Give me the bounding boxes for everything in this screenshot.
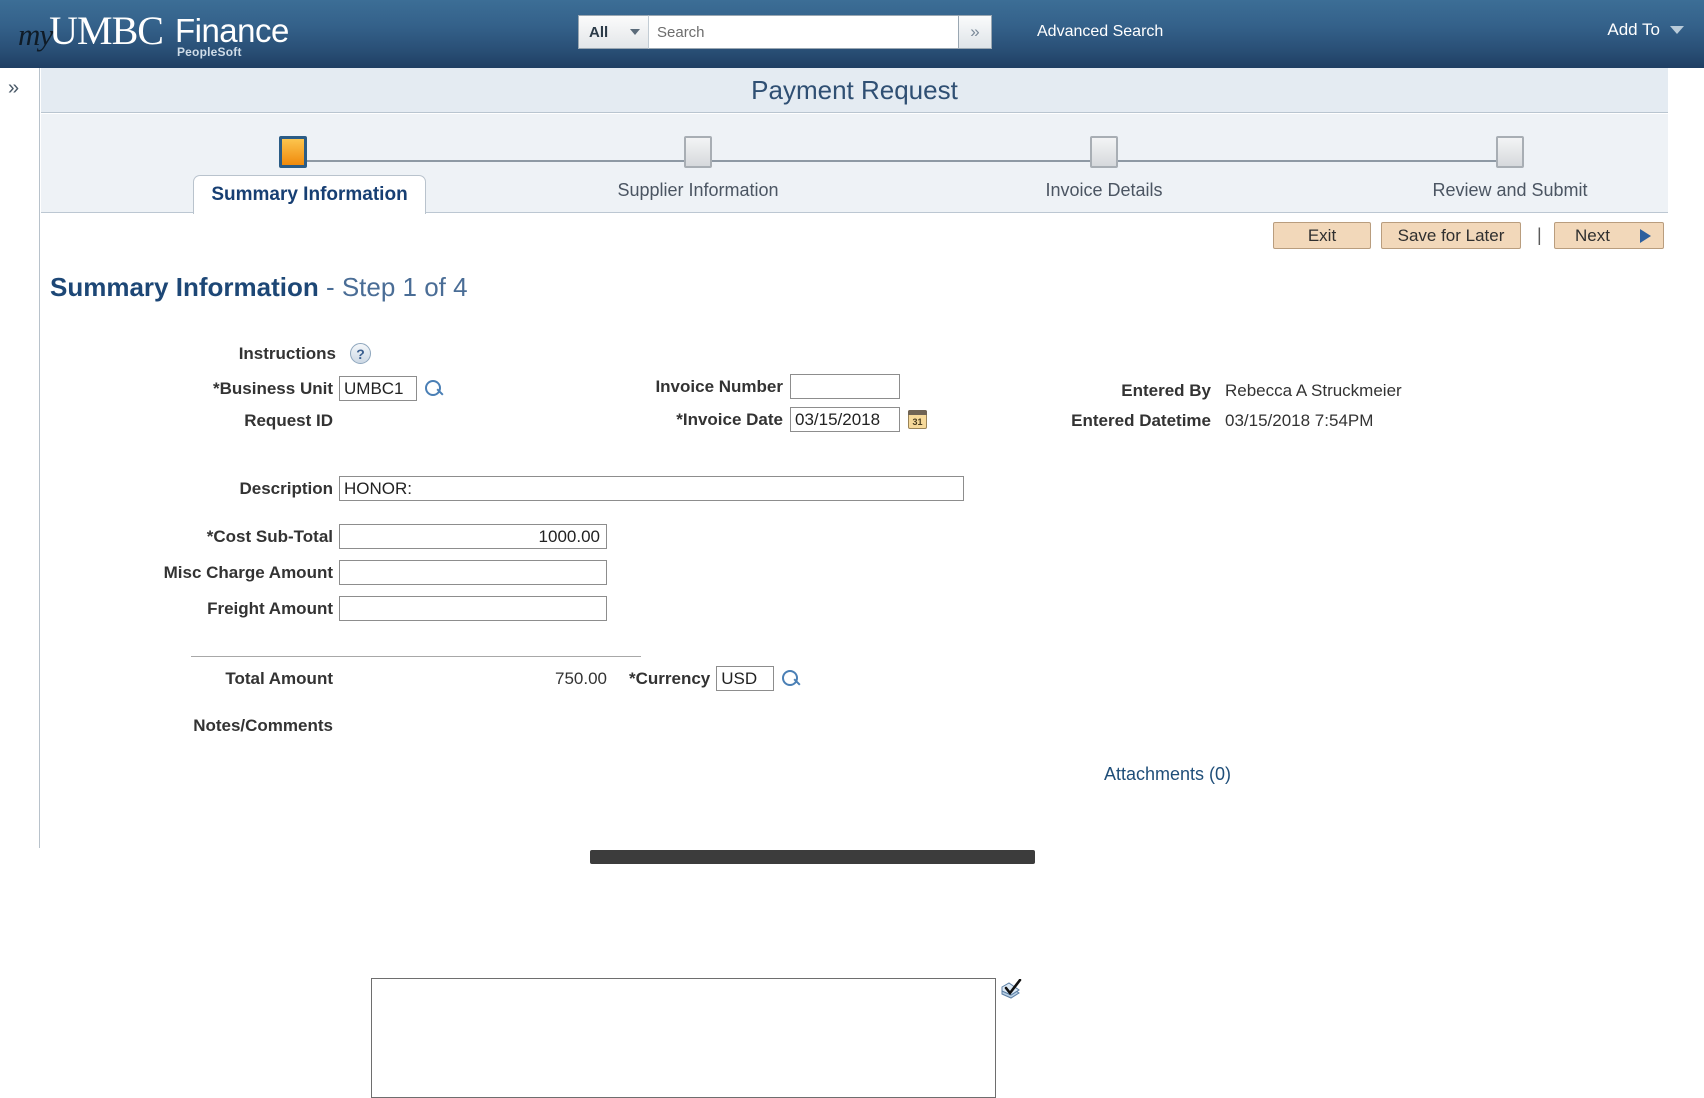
- section-title-step: - Step 1 of 4: [319, 272, 468, 302]
- misc-charge-label: Misc Charge Amount: [41, 563, 333, 583]
- section-title: Summary Information - Step 1 of 4: [50, 272, 468, 303]
- wizard-step-review-and-submit[interactable]: Review and Submit: [1410, 136, 1610, 201]
- global-search: All »: [578, 15, 992, 49]
- advanced-search-link[interactable]: Advanced Search: [1037, 23, 1163, 41]
- instructions-label: Instructions: [239, 344, 336, 364]
- freight-amount-input[interactable]: [339, 596, 607, 621]
- business-unit-label: *Business Unit: [41, 379, 333, 399]
- currency-label: *Currency: [629, 669, 710, 689]
- search-input[interactable]: [648, 15, 958, 49]
- invoice-date-label: *Invoice Date: [561, 410, 783, 430]
- save-for-later-button[interactable]: Save for Later: [1381, 222, 1521, 249]
- request-id-row: Request ID: [41, 411, 339, 431]
- page-title: Payment Request: [751, 75, 958, 106]
- logo-finance-group: Finance PeopleSoft: [175, 15, 289, 59]
- calendar-icon[interactable]: 31: [908, 410, 927, 429]
- attachments-link[interactable]: Attachments (0): [1104, 764, 1231, 785]
- main-content: Summary Information - Step 1 of 4 Instru…: [41, 256, 1668, 826]
- triangle-right-icon: [1640, 229, 1651, 243]
- exit-button[interactable]: Exit: [1273, 222, 1371, 249]
- entered-datetime-row: Entered Datetime 03/15/2018 7:54PM: [1021, 411, 1373, 431]
- description-label: Description: [41, 479, 333, 499]
- cost-subtotal-input[interactable]: [339, 524, 607, 549]
- logo-peoplesoft-text: PeopleSoft: [177, 45, 289, 59]
- search-category-label: All: [589, 24, 608, 41]
- total-amount-row: Total Amount 750.00 *Currency: [41, 666, 801, 691]
- top-navigation-bar: my UMBC Finance PeopleSoft All » Advance…: [0, 0, 1704, 68]
- freight-amount-row: Freight Amount: [41, 596, 607, 621]
- misc-charge-row: Misc Charge Amount: [41, 560, 607, 585]
- wizard-step-label: Review and Submit: [1410, 180, 1610, 201]
- chevron-down-icon: [1670, 26, 1684, 34]
- instructions-row: Instructions ?: [41, 343, 371, 364]
- wizard-step-summary-information[interactable]: Summary Information: [193, 136, 393, 215]
- cost-subtotal-row: *Cost Sub-Total: [41, 524, 607, 549]
- logo-my-text: my: [18, 17, 52, 53]
- step-marker-icon: [1090, 136, 1118, 168]
- search-submit-button[interactable]: »: [958, 15, 992, 49]
- entered-by-row: Entered By Rebecca A Struckmeier: [1021, 381, 1402, 401]
- wizard-step-label: Supplier Information: [598, 180, 798, 201]
- description-input[interactable]: [339, 476, 964, 501]
- wizard-connector-line: [293, 160, 1510, 162]
- horizontal-scrollbar[interactable]: [0, 848, 1704, 864]
- logo-umbc-text: UMBC: [49, 7, 163, 54]
- business-unit-row: *Business Unit: [41, 376, 444, 401]
- question-mark-icon[interactable]: ?: [350, 343, 371, 364]
- add-to-label: Add To: [1607, 20, 1660, 40]
- scrollbar-thumb[interactable]: [590, 850, 1035, 864]
- next-button-label: Next: [1575, 226, 1610, 246]
- description-row: Description: [41, 476, 964, 501]
- entered-by-value: Rebecca A Struckmeier: [1225, 381, 1402, 401]
- action-button-bar: Exit Save for Later | Next: [41, 214, 1668, 256]
- step-active-tab: Summary Information: [193, 175, 426, 215]
- invoice-number-label: Invoice Number: [561, 377, 783, 397]
- wizard-step-label: Summary Information: [194, 184, 425, 206]
- invoice-number-row: Invoice Number: [561, 374, 900, 399]
- request-id-label: Request ID: [41, 411, 333, 431]
- total-amount-value: 750.00: [339, 669, 607, 689]
- invoice-number-input[interactable]: [790, 374, 900, 399]
- left-navigation-rail: »: [0, 68, 40, 864]
- add-to-menu[interactable]: Add To: [1607, 20, 1684, 40]
- section-title-bold: Summary Information: [50, 272, 319, 302]
- entered-datetime-label: Entered Datetime: [1021, 411, 1211, 431]
- business-unit-input[interactable]: [339, 376, 417, 401]
- currency-input[interactable]: [716, 666, 774, 691]
- invoice-date-input[interactable]: [790, 407, 900, 432]
- magnifier-icon[interactable]: [781, 669, 801, 689]
- wizard-step-supplier-information[interactable]: Supplier Information: [598, 136, 798, 201]
- wizard-step-bar: Summary Information Supplier Information…: [41, 114, 1668, 213]
- entered-by-label: Entered By: [1021, 381, 1211, 401]
- step-marker-icon: [684, 136, 712, 168]
- chevron-down-icon: [630, 29, 640, 35]
- app-logo[interactable]: my UMBC Finance PeopleSoft: [18, 7, 289, 61]
- magnifier-icon[interactable]: [424, 379, 444, 399]
- expand-navigation-button[interactable]: »: [8, 78, 39, 98]
- cost-subtotal-label: *Cost Sub-Total: [41, 527, 333, 547]
- total-amount-label: Total Amount: [41, 669, 333, 689]
- step-marker-icon: [279, 136, 307, 168]
- entered-datetime-value: 03/15/2018 7:54PM: [1225, 411, 1373, 431]
- wizard-step-invoice-details[interactable]: Invoice Details: [1004, 136, 1204, 201]
- misc-charge-input[interactable]: [339, 560, 607, 585]
- invoice-date-row: *Invoice Date 31: [561, 407, 927, 432]
- double-chevron-right-icon: »: [970, 22, 979, 42]
- notes-comments-textarea[interactable]: [371, 978, 996, 1098]
- search-category-dropdown[interactable]: All: [578, 15, 648, 49]
- notes-comments-label: Notes/Comments: [41, 716, 333, 736]
- freight-amount-label: Freight Amount: [41, 599, 333, 619]
- spell-check-icon[interactable]: [999, 979, 1023, 1003]
- totals-divider: [191, 656, 641, 657]
- logo-finance-text: Finance: [175, 15, 289, 47]
- step-marker-icon: [1496, 136, 1524, 168]
- notes-label-row: Notes/Comments: [41, 716, 333, 736]
- page-header: Payment Request: [41, 68, 1668, 113]
- next-button[interactable]: Next: [1554, 222, 1664, 249]
- wizard-step-label: Invoice Details: [1004, 180, 1204, 201]
- toolbar-separator: |: [1537, 225, 1542, 246]
